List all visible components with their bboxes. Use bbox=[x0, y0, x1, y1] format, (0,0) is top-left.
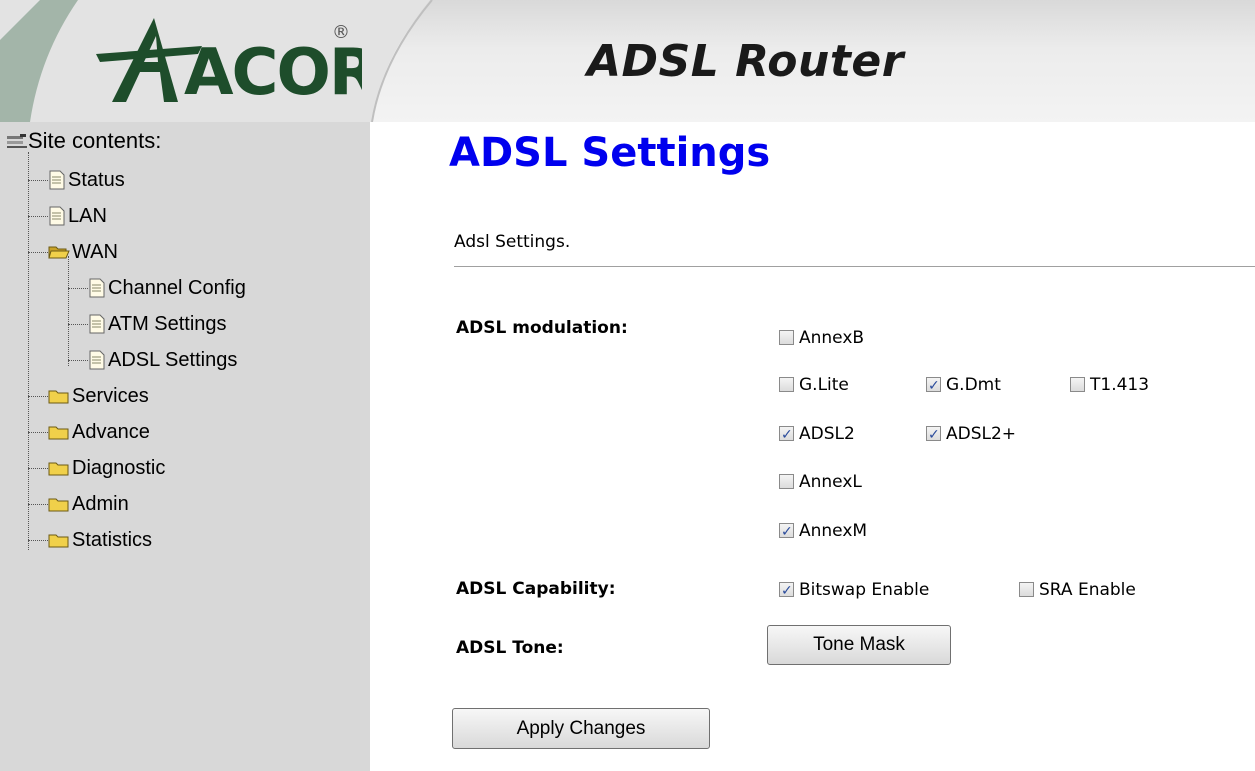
adsl2plus-checkbox[interactable]: ADSL2+ bbox=[926, 422, 1017, 447]
gdmt-checkbox[interactable]: G.Dmt bbox=[926, 373, 1001, 398]
sidebar-item-label[interactable]: ATM Settings bbox=[108, 313, 227, 335]
checkbox-box[interactable] bbox=[926, 374, 941, 398]
page-icon bbox=[88, 349, 106, 370]
checkbox-label: T1.413 bbox=[1090, 375, 1150, 395]
page-icon bbox=[88, 313, 106, 334]
page-icon bbox=[48, 169, 66, 190]
bitswap-checkbox[interactable]: Bitswap Enable bbox=[779, 578, 930, 603]
apply-changes-button[interactable]: Apply Changes bbox=[452, 708, 710, 749]
sidebar-item-label[interactable]: Advance bbox=[72, 421, 150, 443]
sidebar-item-admin[interactable]: Admin bbox=[48, 489, 129, 519]
capability-label: ADSL Capability: bbox=[456, 579, 616, 599]
sra-checkbox[interactable]: SRA Enable bbox=[1019, 578, 1136, 602]
checkbox-label: G.Dmt bbox=[946, 375, 1001, 395]
sidebar-item-label[interactable]: Statistics bbox=[72, 529, 152, 551]
checkbox-box[interactable] bbox=[779, 474, 794, 489]
folder-icon bbox=[48, 385, 70, 405]
checkbox-label: G.Lite bbox=[799, 375, 849, 395]
sidebar-item-label[interactable]: Channel Config bbox=[108, 277, 246, 299]
page-icon bbox=[48, 205, 66, 226]
open-folder-icon bbox=[48, 241, 70, 261]
sidebar-item-label[interactable]: LAN bbox=[68, 205, 107, 227]
annexb-checkbox[interactable]: AnnexB bbox=[779, 326, 864, 350]
checkbox-label: AnnexL bbox=[799, 472, 862, 492]
checkbox-label: ADSL2 bbox=[799, 424, 855, 444]
sidebar-item-advance[interactable]: Advance bbox=[48, 417, 150, 447]
sidebar-item-lan[interactable]: LAN bbox=[48, 201, 107, 231]
checkbox-label: AnnexM bbox=[799, 521, 868, 541]
checkbox-box[interactable] bbox=[1070, 377, 1085, 392]
sidebar-item-label[interactable]: ADSL Settings bbox=[108, 349, 237, 371]
sidebar-item-services[interactable]: Services bbox=[48, 381, 149, 411]
checkbox-box[interactable] bbox=[779, 520, 794, 544]
banner-title: ADSL Router bbox=[587, 36, 904, 87]
folder-icon bbox=[48, 421, 70, 441]
sidebar-item-atm-settings[interactable]: ATM Settings bbox=[88, 309, 227, 339]
checkbox-box[interactable] bbox=[779, 423, 794, 447]
page-title: ADSL Settings bbox=[449, 130, 771, 176]
sidebar-item-label[interactable]: Status bbox=[68, 169, 125, 191]
sidebar-item-label[interactable]: Admin bbox=[72, 493, 129, 515]
checkbox-label: Bitswap Enable bbox=[799, 580, 930, 600]
sidebar-item-label[interactable]: WAN bbox=[72, 241, 118, 263]
sidebar-item-statistics[interactable]: Statistics bbox=[48, 525, 152, 555]
checkbox-box[interactable] bbox=[779, 377, 794, 392]
acorp-logo: ACORP ® bbox=[96, 18, 362, 110]
tone-label: ADSL Tone: bbox=[456, 638, 564, 658]
sidebar-item-label[interactable]: Services bbox=[72, 385, 149, 407]
sidebar-item-wan[interactable]: WAN bbox=[48, 237, 118, 267]
header-banner: ACORP ® ADSL Router bbox=[0, 0, 1255, 122]
annexm-checkbox[interactable]: AnnexM bbox=[779, 519, 868, 544]
computer-icon bbox=[6, 129, 28, 148]
folder-icon bbox=[48, 457, 70, 477]
checkbox-box[interactable] bbox=[926, 423, 941, 447]
sidebar-item-diagnostic[interactable]: Diagnostic bbox=[48, 453, 165, 483]
checkbox-label: SRA Enable bbox=[1039, 580, 1136, 600]
sidebar-item-status[interactable]: Status bbox=[48, 165, 125, 195]
glite-checkbox[interactable]: G.Lite bbox=[779, 373, 849, 397]
checkbox-box[interactable] bbox=[779, 330, 794, 345]
tree-root-label: Site contents: bbox=[28, 128, 162, 153]
page-icon bbox=[88, 277, 106, 298]
sidebar: Site contents: Status LAN WAN Channel Co… bbox=[0, 122, 370, 771]
page-description: Adsl Settings. bbox=[454, 232, 571, 252]
checkbox-box[interactable] bbox=[1019, 582, 1034, 597]
logo-text: ACORP bbox=[184, 36, 362, 110]
tone-mask-button[interactable]: Tone Mask bbox=[767, 625, 951, 665]
sidebar-item-adsl-settings[interactable]: ADSL Settings bbox=[88, 345, 237, 375]
adsl2-checkbox[interactable]: ADSL2 bbox=[779, 422, 855, 447]
t1413-checkbox[interactable]: T1.413 bbox=[1070, 373, 1149, 397]
main-content: ADSL Settings Adsl Settings. ADSL modula… bbox=[370, 122, 1255, 771]
registered-mark: ® bbox=[332, 22, 350, 43]
checkbox-label: AnnexB bbox=[799, 328, 865, 348]
folder-icon bbox=[48, 529, 70, 549]
modulation-label: ADSL modulation: bbox=[456, 318, 628, 338]
divider bbox=[454, 266, 1255, 267]
checkbox-box[interactable] bbox=[779, 579, 794, 603]
sidebar-item-channel-config[interactable]: Channel Config bbox=[88, 273, 246, 303]
annexl-checkbox[interactable]: AnnexL bbox=[779, 470, 862, 494]
folder-icon bbox=[48, 493, 70, 513]
checkbox-label: ADSL2+ bbox=[946, 424, 1017, 444]
tree-root: Site contents: bbox=[6, 128, 161, 154]
sidebar-item-label[interactable]: Diagnostic bbox=[72, 457, 165, 479]
